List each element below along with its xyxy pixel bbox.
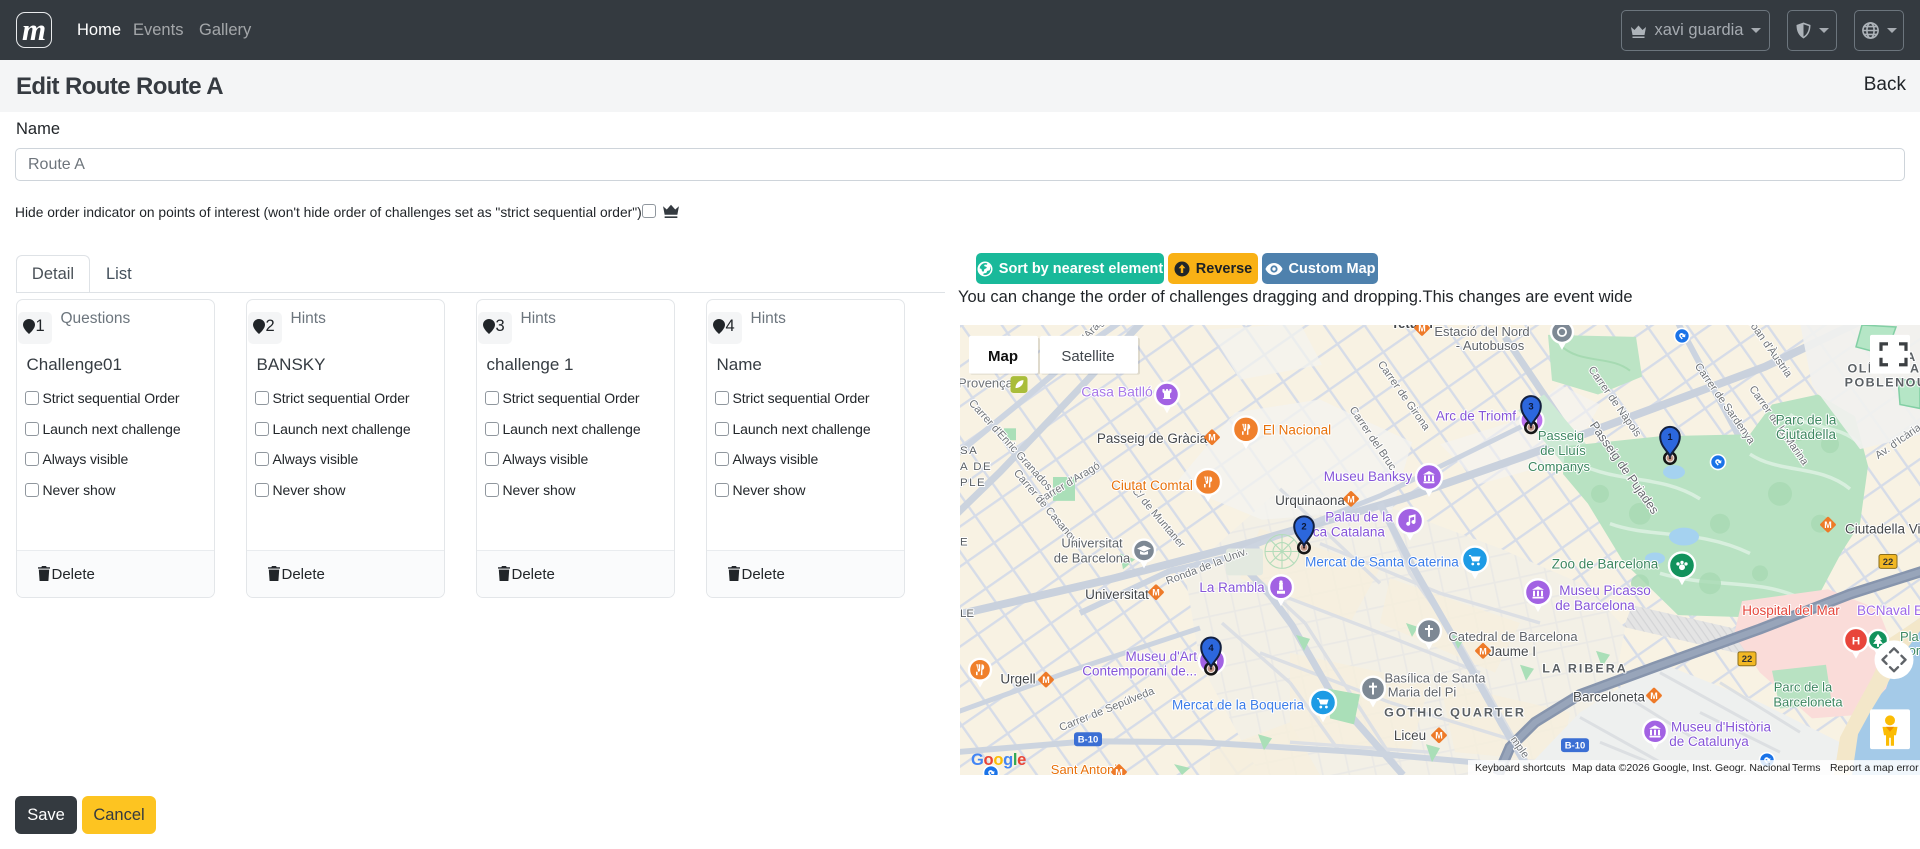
svg-text:Barceloneta: Barceloneta <box>1573 690 1645 705</box>
svg-text:Estació del Nord: Estació del Nord <box>1434 325 1529 339</box>
svg-text:POBLENOU: POBLENOU <box>1845 376 1920 390</box>
svg-text:M: M <box>1479 646 1487 656</box>
svg-text:BCNaval E: BCNaval E <box>1857 603 1920 618</box>
svg-text:Provença: Provença <box>960 376 1014 391</box>
svg-text:2: 2 <box>1301 522 1306 533</box>
svg-text:Sant Antoni: Sant Antoni <box>1051 762 1117 775</box>
svg-text:Museu Banksy: Museu Banksy <box>1324 469 1413 484</box>
svg-text:Keyboard shortcuts: Keyboard shortcuts <box>1475 763 1565 774</box>
svg-text:Pla: Pla <box>1900 629 1920 644</box>
svg-text:Map data ©2026 Google, Inst. G: Map data ©2026 Google, Inst. Geogr. Naci… <box>1572 763 1790 774</box>
svg-text:M: M <box>1042 675 1050 685</box>
svg-text:M: M <box>1418 325 1426 333</box>
svg-text:Passeig: Passeig <box>1538 428 1584 443</box>
svg-text:Arc de Triomf: Arc de Triomf <box>1436 408 1516 423</box>
svg-text:3: 3 <box>1528 401 1533 412</box>
svg-text:Ciutat Comtal: Ciutat Comtal <box>1111 478 1193 493</box>
svg-text:B-10: B-10 <box>1565 741 1586 752</box>
svg-text:sica Catalana: sica Catalana <box>1303 525 1385 540</box>
svg-text:M: M <box>1208 433 1216 443</box>
svg-text:de Barcelona: de Barcelona <box>1555 598 1635 613</box>
svg-text:La Rambla: La Rambla <box>1199 580 1265 595</box>
svg-text:Satellite: Satellite <box>1061 348 1114 365</box>
svg-text:de Lluís: de Lluís <box>1540 443 1585 458</box>
svg-text:Zoo de Barcelona: Zoo de Barcelona <box>1552 556 1659 571</box>
svg-text:Catedral de Barcelona: Catedral de Barcelona <box>1448 629 1578 644</box>
svg-text:Map: Map <box>988 348 1018 365</box>
svg-text:Universitat: Universitat <box>1061 536 1123 551</box>
svg-text:22: 22 <box>1883 557 1894 568</box>
svg-text:4: 4 <box>1208 643 1214 654</box>
svg-text:1: 1 <box>1667 432 1672 443</box>
svg-text:GOTHIC QUARTER: GOTHIC QUARTER <box>1384 705 1526 719</box>
svg-text:Jaume I: Jaume I <box>1488 644 1536 659</box>
svg-text:E: E <box>960 537 968 549</box>
svg-text:Mercat de la Boqueria: Mercat de la Boqueria <box>1172 697 1304 712</box>
svg-text:Report a map error: Report a map error <box>1830 763 1919 774</box>
svg-text:Hospital del Mar: Hospital del Mar <box>1742 603 1840 618</box>
svg-text:Google: Google <box>971 751 1026 769</box>
svg-text:Urgell: Urgell <box>1000 672 1035 687</box>
svg-text:Urquinaona: Urquinaona <box>1275 493 1345 508</box>
svg-text:H: H <box>1852 635 1860 647</box>
svg-text:Basílica de Santa: Basílica de Santa <box>1384 671 1486 686</box>
svg-text:M: M <box>1152 588 1160 598</box>
svg-text:Liceu: Liceu <box>1394 728 1426 743</box>
svg-text:LE: LE <box>960 608 974 620</box>
svg-text:Ciutadella: Ciutadella <box>1776 427 1836 442</box>
svg-text:SA: SA <box>960 445 978 457</box>
svg-text:Terms: Terms <box>1792 763 1821 774</box>
svg-text:Ciutadella Vila: Ciutadella Vila <box>1845 522 1920 537</box>
svg-text:Casa Batlló: Casa Batlló <box>1081 384 1153 400</box>
svg-text:Museu d'Història: Museu d'Història <box>1671 719 1772 734</box>
svg-text:Barceloneta: Barceloneta <box>1773 694 1843 709</box>
svg-text:B-10: B-10 <box>1078 735 1099 746</box>
svg-text:Palau de la: Palau de la <box>1325 510 1393 525</box>
svg-text:de Catalunya: de Catalunya <box>1669 734 1749 749</box>
svg-text:Companys: Companys <box>1528 459 1590 474</box>
svg-text:de Barcelona: de Barcelona <box>1054 550 1131 565</box>
svg-text:M: M <box>1824 520 1832 530</box>
svg-text:LA RIBERA: LA RIBERA <box>1542 662 1627 676</box>
svg-text:Parc de la: Parc de la <box>1776 412 1837 427</box>
svg-text:M: M <box>1115 768 1123 775</box>
svg-text:22: 22 <box>1742 654 1753 665</box>
svg-text:PLE: PLE <box>960 477 986 489</box>
svg-text:Universitat: Universitat <box>1085 587 1149 602</box>
svg-text:M: M <box>1650 691 1658 701</box>
svg-text:M: M <box>1347 494 1355 504</box>
svg-text:M: M <box>1435 731 1443 741</box>
svg-text:Contemporani de...: Contemporani de... <box>1082 664 1197 679</box>
svg-text:Maria del Pi: Maria del Pi <box>1388 685 1457 700</box>
svg-text:Museu Picasso: Museu Picasso <box>1559 583 1650 598</box>
svg-text:A DE: A DE <box>960 461 992 473</box>
svg-text:El Nacional: El Nacional <box>1263 422 1331 437</box>
svg-text:Museu d'Art: Museu d'Art <box>1125 649 1197 664</box>
svg-text:Parc de la: Parc de la <box>1774 680 1833 695</box>
svg-text:- Autobusos: - Autobusos <box>1456 338 1525 353</box>
svg-text:Mercat de Santa Caterina: Mercat de Santa Caterina <box>1305 554 1459 569</box>
svg-text:Passeig de Gràcia: Passeig de Gràcia <box>1097 431 1208 446</box>
